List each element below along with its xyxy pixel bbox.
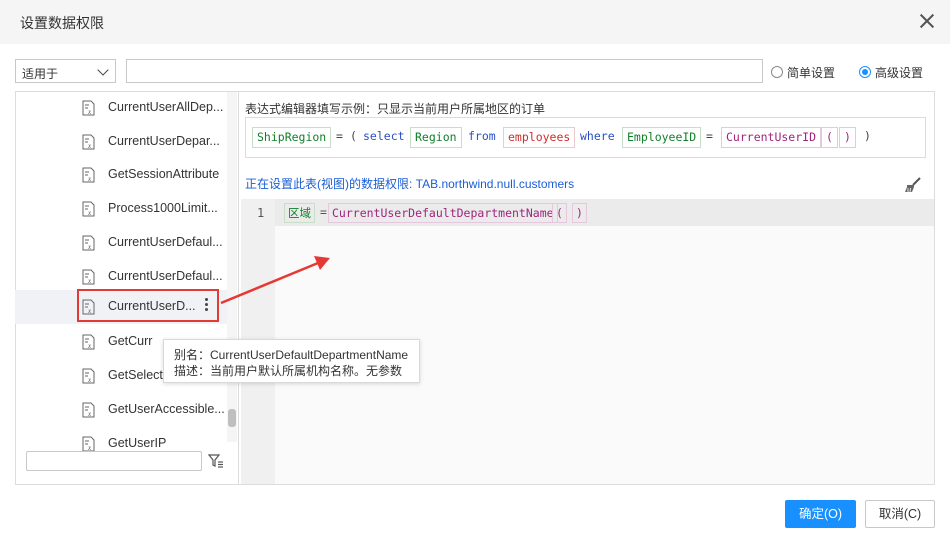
function-item-label: Process1000Limit... bbox=[108, 201, 218, 215]
function-item[interactable]: x CurrentUserAllDep... bbox=[15, 91, 228, 125]
function-item-label: GetSelect bbox=[108, 368, 163, 382]
ok-button[interactable]: 确定(O) bbox=[785, 500, 856, 528]
scope-select[interactable]: 适用于 bbox=[15, 59, 116, 83]
dialog-titlebar: 设置数据权限 bbox=[0, 0, 950, 44]
function-icon: x bbox=[82, 269, 96, 285]
function-item-label: CurrentUserDefaul... bbox=[108, 235, 223, 249]
example-token: ( bbox=[350, 129, 357, 143]
line-number: 1 bbox=[257, 206, 265, 220]
function-icon: x bbox=[82, 201, 96, 217]
radio-simple[interactable]: 简单设置 bbox=[771, 64, 835, 80]
editor-token[interactable]: ( bbox=[552, 203, 567, 223]
function-search-input[interactable] bbox=[26, 451, 202, 471]
example-token: Region bbox=[410, 127, 462, 148]
function-icon: x bbox=[82, 436, 96, 452]
example-token: where bbox=[580, 129, 615, 143]
editor-token[interactable]: = bbox=[320, 203, 327, 223]
function-tooltip: 别名：CurrentUserDefaultDepartmentName 描述：当… bbox=[163, 339, 420, 383]
function-item-label: GetUserIP bbox=[108, 436, 167, 450]
function-icon: x bbox=[82, 368, 96, 384]
more-options-icon[interactable] bbox=[205, 298, 208, 312]
radio-advanced-circle[interactable] bbox=[859, 66, 871, 78]
function-list-scrollbar[interactable] bbox=[227, 92, 237, 442]
tooltip-description: 描述：当前用户默认所属机构名称。无参数 bbox=[174, 364, 403, 378]
function-item[interactable]: x CurrentUserDepar... bbox=[15, 125, 228, 159]
function-icon: x bbox=[82, 334, 96, 350]
dialog-title: 设置数据权限 bbox=[20, 15, 104, 31]
example-token: = bbox=[336, 129, 343, 143]
function-icon: x bbox=[82, 167, 96, 183]
function-list-scroll-thumb[interactable] bbox=[228, 409, 236, 427]
permission-status-text: 正在设置此表(视图)的数据权限: TAB.northwind.null.cust… bbox=[245, 177, 575, 191]
scope-input[interactable] bbox=[126, 59, 763, 83]
function-item[interactable]: x GetUserAccessible... bbox=[15, 393, 228, 427]
example-token: ( bbox=[821, 127, 838, 148]
cancel-button[interactable]: 取消(C) bbox=[865, 500, 935, 528]
editor-token[interactable]: CurrentUserDefaultDepartmentName bbox=[328, 203, 558, 223]
example-token: EmployeeID bbox=[622, 127, 702, 148]
function-list: x CurrentUserAllDep... x CurrentUserDepar..… bbox=[15, 91, 239, 485]
function-icon: x bbox=[82, 402, 96, 418]
selected-item-highlight bbox=[77, 289, 219, 322]
example-token: ) bbox=[864, 129, 871, 143]
function-item[interactable]: x Process1000Limit... bbox=[15, 192, 228, 226]
example-token: employees bbox=[503, 127, 576, 148]
example-token: ShipRegion bbox=[252, 127, 332, 148]
clear-brush-icon[interactable] bbox=[904, 177, 922, 193]
function-item-label: CurrentUserAllDep... bbox=[108, 100, 224, 114]
function-icon: x bbox=[82, 134, 96, 150]
function-item-label: CurrentUserDefaul... bbox=[108, 269, 223, 283]
function-item-label: CurrentUserDepar... bbox=[108, 134, 220, 148]
example-token: ) bbox=[839, 127, 856, 148]
close-icon[interactable] bbox=[918, 12, 936, 30]
example-token: CurrentUserID bbox=[721, 127, 822, 148]
radio-simple-label: 简单设置 bbox=[787, 65, 836, 80]
filter-icon[interactable] bbox=[208, 453, 224, 469]
example-token: from bbox=[468, 129, 496, 143]
example-token: = bbox=[706, 129, 713, 143]
tooltip-alias: 别名：CurrentUserDefaultDepartmentName bbox=[174, 348, 409, 362]
example-hint: 表达式编辑器填写示例：只显示当前用户所属地区的订单 bbox=[245, 102, 546, 116]
function-item-label: GetCurr bbox=[108, 334, 153, 348]
editor-token[interactable]: 区域 bbox=[284, 203, 315, 223]
chevron-down-icon bbox=[97, 64, 109, 76]
function-item[interactable]: x CurrentUserDefaul... bbox=[15, 226, 228, 260]
radio-advanced[interactable]: 高级设置 bbox=[859, 64, 923, 80]
example-token: select bbox=[363, 129, 405, 143]
radio-simple-circle[interactable] bbox=[771, 66, 783, 78]
function-item-label: GetSessionAttribute bbox=[108, 167, 220, 181]
function-icon: x bbox=[82, 100, 96, 116]
function-icon: x bbox=[82, 235, 96, 251]
function-item-label: GetUserAccessible... bbox=[108, 402, 225, 416]
editor-token[interactable]: ) bbox=[572, 203, 587, 223]
scope-select-value: 适用于 bbox=[22, 67, 59, 81]
radio-advanced-label: 高级设置 bbox=[875, 65, 924, 80]
function-item[interactable]: x GetSessionAttribute bbox=[15, 158, 228, 192]
